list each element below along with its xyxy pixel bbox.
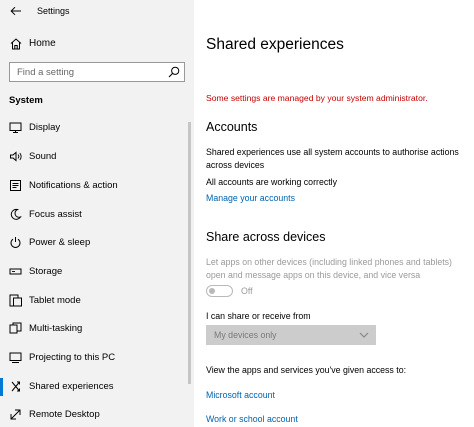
notification-icon [10, 180, 21, 191]
sidebar-item-multitasking[interactable]: Multi-tasking [0, 317, 188, 341]
sidebar-item-tablet-mode[interactable]: Tablet mode [0, 289, 188, 313]
sidebar-item-focus-assist[interactable]: Focus assist [0, 203, 188, 227]
sidebar-item-label: Projecting to this PC [29, 352, 116, 363]
accounts-heading: Accounts [206, 120, 258, 134]
accounts-status: All accounts are working correctly [206, 177, 338, 187]
app-title: Settings [37, 6, 70, 16]
sidebar-item-label: Sound [29, 151, 57, 162]
share-toggle-state: Off [241, 286, 253, 296]
multitasking-icon [9, 322, 22, 334]
admin-managed-warning: Some settings are managed by your system… [206, 93, 428, 103]
dropdown-value: My devices only [214, 330, 277, 340]
sidebar-item-label: Tablet mode [29, 295, 81, 306]
sidebar-item-remote-desktop[interactable]: Remote Desktop [0, 403, 188, 427]
projecting-icon [9, 352, 22, 363]
sidebar-item-projecting[interactable]: Projecting to this PC [0, 346, 188, 370]
page-title: Shared experiences [206, 36, 344, 53]
tablet-icon [9, 294, 22, 307]
speaker-icon [10, 151, 22, 162]
sidebar-item-label: Power & sleep [29, 237, 91, 248]
sidebar-item-power-sleep[interactable]: Power & sleep [0, 231, 188, 255]
share-description: Let apps on other devices (including lin… [206, 257, 452, 280]
back-arrow-icon [10, 6, 21, 16]
home-icon [10, 38, 22, 50]
share-from-dropdown[interactable]: My devices only [206, 325, 376, 345]
manage-accounts-link[interactable]: Manage your accounts [206, 193, 295, 203]
sidebar-item-label: Remote Desktop [29, 409, 100, 420]
sidebar-item-label: Focus assist [29, 209, 82, 220]
selection-indicator [0, 378, 3, 396]
search-box[interactable] [9, 62, 185, 82]
chevron-down-icon [359, 332, 369, 338]
sidebar: Settings Home System Display Sound [0, 0, 194, 427]
work-school-account-link[interactable]: Work or school account [206, 414, 298, 424]
sidebar-item-label: Multi-tasking [29, 323, 83, 334]
search-icon[interactable] [168, 66, 180, 78]
microsoft-account-link[interactable]: Microsoft account [206, 390, 275, 400]
back-button[interactable] [8, 3, 24, 19]
remote-desktop-icon [10, 409, 21, 420]
moon-icon [10, 208, 22, 220]
sidebar-item-storage[interactable]: Storage [0, 260, 188, 284]
search-input[interactable] [10, 63, 160, 81]
sidebar-item-notifications[interactable]: Notifications & action [0, 174, 188, 198]
sidebar-scrollbar[interactable] [188, 122, 191, 384]
display-icon [9, 122, 22, 133]
sidebar-item-shared-experiences[interactable]: Shared experiences [0, 375, 188, 399]
sidebar-item-label: Shared experiences [29, 381, 114, 392]
sidebar-item-sound[interactable]: Sound [0, 145, 188, 169]
sidebar-item-label: Display [29, 122, 61, 133]
share-dropdown-label: I can share or receive from [206, 311, 311, 321]
sidebar-item-display[interactable]: Display [0, 116, 188, 140]
power-icon [10, 237, 21, 248]
title-bar: Settings [0, 0, 194, 24]
toggle-knob [209, 287, 215, 294]
sidebar-item-label: Notifications & action [29, 180, 118, 191]
home-nav-item[interactable]: Home [0, 34, 194, 54]
home-label: Home [29, 38, 56, 49]
sidebar-item-label: Storage [29, 266, 63, 277]
section-heading-system: System [9, 95, 43, 106]
storage-icon [9, 268, 22, 275]
access-description: View the apps and services you've given … [206, 365, 407, 375]
content-pane: Shared experiences Some settings are man… [194, 0, 474, 427]
share-toggle[interactable] [206, 285, 233, 297]
accounts-description: Shared experiences use all system accoun… [206, 147, 459, 170]
share-across-devices-heading: Share across devices [206, 230, 326, 244]
shared-experiences-icon [11, 381, 20, 392]
